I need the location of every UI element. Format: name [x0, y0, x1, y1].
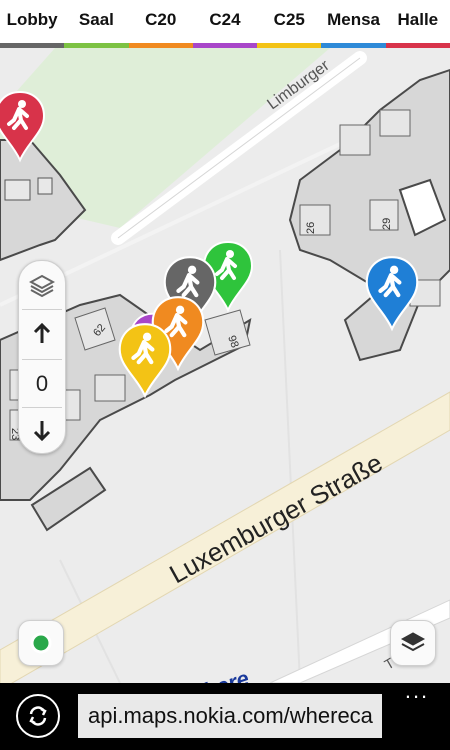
mensa-location-pin[interactable]: [362, 253, 422, 333]
floor-tab-bar: Lobby Saal C20 C24 C25 Mensa Halle: [0, 0, 450, 48]
refresh-icon: [29, 706, 47, 726]
tab-lobby[interactable]: Lobby: [0, 0, 65, 48]
tab-label: C20: [145, 10, 177, 29]
tab-color-bar: [0, 43, 65, 48]
arrow-down-icon: [33, 421, 51, 441]
room-number: 26: [305, 222, 317, 234]
tab-label: Saal: [78, 10, 114, 29]
tab-label: C25: [273, 10, 305, 29]
level-selector: 0: [18, 260, 66, 454]
tab-color-bar: [321, 43, 386, 48]
tab-saal[interactable]: Saal: [64, 0, 129, 48]
level-up-button[interactable]: [19, 311, 65, 357]
indoor-map[interactable]: Luxemburger Straße Limburger T 26 29 62 …: [0, 48, 450, 683]
map-layers-button[interactable]: [390, 620, 436, 666]
tab-color-bar: [257, 43, 322, 48]
arrow-up-icon: [33, 323, 51, 343]
url-field[interactable]: api.maps.nokia.com/whereca: [78, 694, 382, 738]
tab-label: Halle: [397, 10, 439, 29]
level-down-button[interactable]: [19, 407, 65, 453]
tab-c25[interactable]: C25: [257, 0, 322, 48]
tab-color-bar: [128, 43, 193, 48]
layers-toggle-button[interactable]: [19, 263, 65, 309]
refresh-button[interactable]: [16, 694, 60, 738]
my-location-button[interactable]: [18, 620, 64, 666]
more-options-button[interactable]: ...: [402, 680, 432, 703]
tab-c24[interactable]: C24: [192, 0, 258, 48]
location-dot-icon: [30, 632, 52, 654]
current-level: 0: [35, 371, 49, 396]
room-number: 29: [381, 218, 393, 230]
tab-label: Lobby: [6, 10, 58, 29]
tab-color-bar: [385, 43, 450, 48]
halle-location-pin[interactable]: [0, 88, 48, 164]
map-canvas: Luxemburger Straße Limburger T 26 29 62 …: [0, 48, 450, 683]
tab-halle[interactable]: Halle: [385, 0, 450, 48]
tab-color-bar: [192, 43, 258, 48]
layers-icon: [29, 274, 55, 298]
tab-label: C24: [209, 10, 241, 29]
layers-icon: [400, 632, 426, 652]
tab-label: Mensa: [327, 10, 380, 29]
tab-mensa[interactable]: Mensa: [321, 0, 386, 48]
tab-color-bar: [64, 43, 129, 48]
c25-location-pin[interactable]: [115, 320, 175, 400]
browser-address-bar: api.maps.nokia.com/whereca ...: [0, 680, 450, 750]
tab-c20[interactable]: C20: [128, 0, 193, 48]
